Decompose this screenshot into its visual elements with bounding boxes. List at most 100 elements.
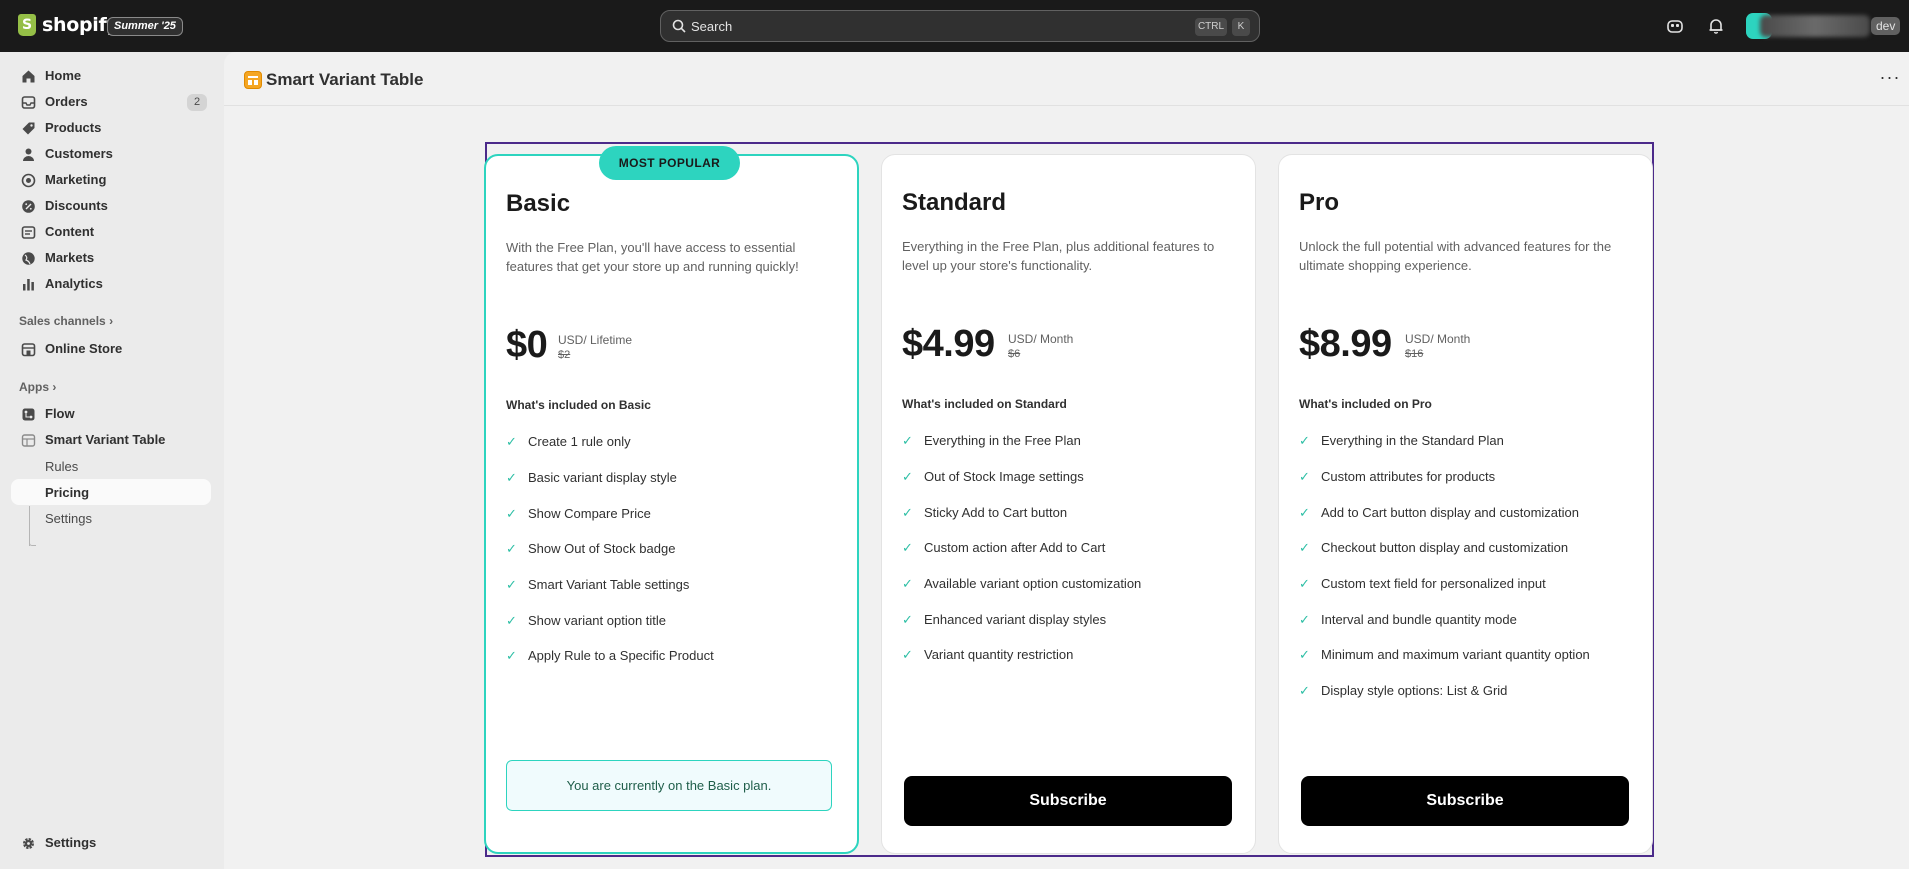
sidebar: Home Orders 2 Products Customers Marketi… [0,52,224,869]
subscribe-pro-button[interactable]: Subscribe [1301,776,1629,826]
store-icon [21,343,36,357]
plan-description: With the Free Plan, you'll have access t… [506,240,799,274]
sidebar-subitem-pricing[interactable]: Pricing [11,479,211,505]
chevron-right-icon: › [52,380,57,394]
check-icon: ✓ [1299,647,1310,662]
sidebar-item-products[interactable]: Products [11,115,211,141]
sidebar-item-markets[interactable]: Markets [11,245,211,271]
check-icon: ✓ [506,648,517,663]
page-title: Smart Variant Table [266,70,424,89]
check-icon: ✓ [506,577,517,592]
sidebar-item-settings[interactable]: Settings [11,830,211,856]
sales-channels-heading[interactable]: Sales channels › [19,314,113,328]
sidebar-item-customers[interactable]: Customers [11,141,211,167]
chevron-right-icon: › [109,314,114,328]
check-icon: ✓ [902,647,913,662]
main-content: Smart Variant Table ··· MOST POPULAR Bas… [224,52,1909,869]
more-actions-button[interactable]: ··· [1878,68,1902,88]
check-icon: ✓ [902,540,913,555]
feature-item: ✓ Create 1 rule only [506,434,631,449]
bell-icon[interactable] [1706,16,1726,36]
feature-item: ✓ Variant quantity restriction [902,647,1074,662]
plan-description: Everything in the Free Plan, plus additi… [902,239,1215,273]
feature-item: ✓ Checkout button display and customizati… [1299,540,1569,555]
original-price: $2 [558,349,571,361]
sidebar-item-analytics[interactable]: Analytics [11,271,211,297]
feature-item: ✓ Custom text field for personalized inpu… [1299,576,1546,591]
feature-item: ✓ Smart Variant Table settings [506,577,690,592]
sidebar-item-content[interactable]: Content [11,219,211,245]
sidebar-item-smart-variant-table[interactable]: Smart Variant Table [11,427,211,453]
gear-icon [23,838,34,849]
sidekick-icon[interactable] [1665,16,1685,36]
plan-name: Basic [506,190,571,217]
included-heading: What's included on Basic [506,398,651,412]
check-icon: ✓ [1299,540,1310,555]
plan-name: Standard [902,189,1007,216]
sidebar-subitem-settings[interactable]: Settings [11,505,211,531]
feature-item: ✓ Enhanced variant display styles [902,612,1107,627]
feature-item: ✓ Everything in the Standard Plan [1299,433,1504,448]
page-header: Smart Variant Table ··· [224,52,1909,106]
apps-heading[interactable]: Apps › [19,380,56,394]
tree-elbow [29,538,36,546]
chart-icon [23,279,34,291]
plan-card-standard: Standard Everything in the Free Plan, pl… [881,154,1256,854]
content-icon [21,226,36,239]
price-unit: USD/ Lifetime [558,333,633,347]
most-popular-badge: MOST POPULAR [599,146,740,180]
feature-item: ✓ Add to Cart button display and customiz… [1299,505,1579,520]
check-icon: ✓ [902,469,913,484]
store-name-blurred[interactable] [1760,15,1870,37]
check-icon: ✓ [902,576,913,591]
check-icon: ✓ [506,434,517,449]
check-icon: ✓ [506,613,517,628]
plan-card-pro: Pro Unlock the full potential with advan… [1278,154,1653,854]
sidebar-item-online-store[interactable]: Online Store [11,336,211,362]
edition-badge[interactable]: Summer '25 [107,17,183,36]
check-icon: ✓ [506,506,517,521]
check-icon: ✓ [1299,469,1310,484]
current-plan-notice: You are currently on the Basic plan. [506,760,832,811]
feature-item: ✓ Display style options: List & Grid [1299,683,1508,698]
sidebar-item-discounts[interactable]: Discounts [11,193,211,219]
check-icon: ✓ [506,470,517,485]
check-icon: ✓ [1299,576,1310,591]
app-table-icon [21,434,36,447]
feature-item: ✓ Custom action after Add to Cart [902,540,1106,555]
plan-price: $8.99 [1299,323,1392,365]
subscribe-standard-button[interactable]: Subscribe [904,776,1232,826]
discount-icon [22,200,35,213]
tag-icon [22,122,35,135]
target-icon [21,173,36,188]
plan-card-basic: MOST POPULAR Basic With the Free Plan, y… [484,146,859,854]
check-icon: ✓ [506,541,517,556]
sidebar-item-orders[interactable]: Orders 2 [11,89,211,115]
sidebar-item-flow[interactable]: Flow [11,401,211,427]
feature-item: ✓ Out of Stock Image settings [902,469,1084,484]
sidebar-item-home[interactable]: Home [11,63,211,89]
plan-name: Pro [1299,189,1340,216]
orders-count-badge: 2 [187,94,207,111]
plan-price: $4.99 [902,323,995,365]
feature-item: ✓ Apply Rule to a Specific Product [506,648,714,663]
price-unit: USD/ Month [1405,332,1471,346]
home-icon [22,70,35,83]
feature-item: ✓ Show Compare Price [506,506,651,521]
plan-price: $0 [506,324,548,366]
check-icon: ✓ [902,433,913,448]
original-price: $6 [1008,348,1021,360]
search-bar[interactable]: Search CTRL K [660,10,1260,42]
sidebar-item-marketing[interactable]: Marketing [11,167,211,193]
feature-item: ✓ Show variant option title [506,613,667,628]
dev-badge: dev [1871,17,1901,35]
sidebar-subitem-rules[interactable]: Rules [11,453,211,479]
feature-item: ✓ Available variant option customization [902,576,1142,591]
price-unit: USD/ Month [1008,332,1074,346]
shortcut-ctrl: CTRL [1195,18,1227,36]
shopify-logo[interactable]: shopify [18,14,119,36]
feature-item: ✓ Interval and bundle quantity mode [1299,612,1517,627]
plan-description: Unlock the full potential with advanced … [1299,239,1612,273]
search-input[interactable]: Search [691,19,732,34]
original-price: $16 [1405,348,1424,360]
